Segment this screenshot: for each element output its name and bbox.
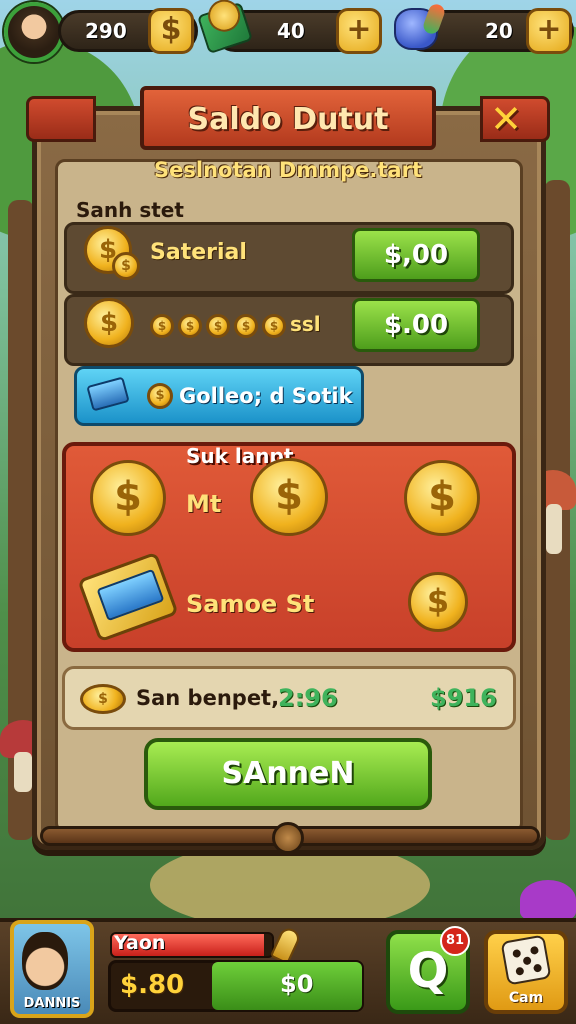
dice-button-label: Cam [508, 990, 544, 1006]
title-banner: Saldo Dutut [140, 86, 436, 150]
coin-icon: $ [206, 314, 230, 338]
top-resource-bar: 290 $ 40 + 20 + [0, 0, 576, 64]
ribbon-left [26, 96, 96, 142]
coin-icon: $ [234, 314, 258, 338]
reward-label-1: Mt [186, 490, 222, 518]
coin-icon: $ [262, 314, 286, 338]
close-button[interactable]: ✕ [484, 100, 528, 140]
coin-icon: $ [112, 252, 140, 280]
coin-icon: $ [150, 314, 174, 338]
section-heading: Sanh stet [76, 198, 184, 222]
coin-icon: $ [90, 460, 166, 536]
summary-total: $916 [430, 684, 497, 712]
player-face-icon [22, 932, 68, 990]
coin-plus-icon: $ [160, 12, 182, 47]
coin-icon: $ [178, 314, 202, 338]
dice-icon [500, 934, 552, 986]
notification-badge: 81 [440, 926, 470, 956]
coin-count: 290 [85, 19, 127, 43]
search-icon: Q [407, 943, 449, 999]
row-1-buy-button[interactable]: $,00 [352, 228, 480, 282]
collect-button[interactable]: $ Golleo; d Sotik [74, 366, 364, 426]
close-icon: ✕ [490, 97, 522, 141]
coin-icon: $ [84, 298, 134, 348]
plus-icon: + [346, 12, 372, 47]
player-avatar[interactable] [4, 2, 64, 62]
dialog-subtitle: Seslnotan Dmmpe.tart [154, 158, 422, 182]
plus-icon: + [536, 12, 562, 47]
rod-knob [272, 822, 304, 854]
player-name: Yaon [114, 932, 166, 954]
row-2-buy-button[interactable]: $.00 [352, 298, 480, 352]
add-coins-button[interactable]: $ [148, 8, 194, 54]
confirm-button[interactable]: SAnneN [144, 738, 432, 810]
reward-label-2: Samoe St [186, 590, 315, 618]
cash-count: 40 [277, 19, 305, 43]
gem-icon [394, 8, 438, 50]
row-2-label: ssl [290, 312, 321, 336]
coin-icon: $ [147, 383, 173, 409]
dialog-title: Saldo Dutut [187, 102, 389, 137]
portrait-name: DANNIS [23, 996, 81, 1011]
summary-label: San benpet, [136, 686, 280, 710]
collect-button-label: Golleo; d Sotik [179, 384, 353, 408]
money-left-value: $.80 [120, 970, 185, 1000]
coin-icon: $ [250, 458, 328, 536]
cash-icon [86, 376, 130, 412]
money-right-value: $0 [280, 970, 314, 998]
row-1-label: Saterial [150, 240, 247, 265]
gem-count: 20 [485, 19, 513, 43]
summary-time: 2:96 [278, 684, 338, 712]
coin-icon: $ [404, 460, 480, 536]
coin-pile-icon: $ [80, 684, 126, 714]
add-cash-button[interactable]: + [336, 8, 382, 54]
add-gems-button[interactable]: + [526, 8, 572, 54]
coin-icon: $ [408, 572, 468, 632]
